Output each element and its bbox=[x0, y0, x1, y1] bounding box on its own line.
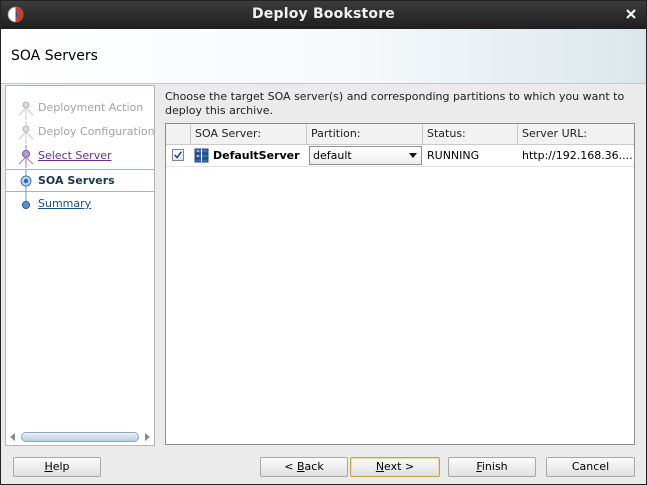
status-cell: RUNNING bbox=[427, 149, 480, 162]
train-node-icon bbox=[18, 101, 34, 120]
select-cell bbox=[166, 145, 191, 166]
server-name: DefaultServer bbox=[213, 149, 300, 162]
scroll-right-icon[interactable] bbox=[145, 433, 150, 441]
soa-server-cell: DefaultServer bbox=[191, 145, 307, 166]
checkmark-icon bbox=[174, 151, 182, 159]
sidebar-horizontal-scrollbar[interactable] bbox=[8, 432, 152, 443]
column-header-server-url[interactable]: Server URL: bbox=[518, 124, 634, 144]
train-node-icon bbox=[18, 121, 34, 144]
train-step-label: SOA Servers bbox=[38, 174, 115, 187]
train-step-summary[interactable]: Summary bbox=[6, 193, 154, 216]
table-row[interactable]: DefaultServer default RUNNING http://192… bbox=[166, 145, 634, 167]
train-node-icon bbox=[21, 193, 31, 210]
chevron-down-icon bbox=[409, 153, 417, 158]
train-step-soa-servers: SOA Servers bbox=[6, 169, 154, 193]
partition-select[interactable]: default bbox=[309, 146, 422, 165]
finish-label-rest: inish bbox=[481, 460, 508, 473]
train-node-current-icon bbox=[20, 170, 32, 193]
table-header: SOA Server: Partition: Status: Server UR… bbox=[166, 124, 634, 145]
train-step-label[interactable]: Summary bbox=[38, 197, 91, 210]
partition-cell: default bbox=[307, 145, 423, 166]
title-bar[interactable]: Deploy Bookstore bbox=[1, 1, 646, 29]
back-label-prefix: < bbox=[284, 460, 297, 473]
train-step-select-server[interactable]: Select Server bbox=[6, 145, 154, 168]
wizard-train: Deployment Action Deploy Configuration S… bbox=[5, 85, 155, 446]
next-label-rest: ext > bbox=[384, 460, 415, 473]
train-step-deployment-action: Deployment Action bbox=[6, 97, 154, 120]
train-step-label: Deploy Configuration bbox=[38, 125, 155, 138]
scroll-left-icon[interactable] bbox=[10, 433, 15, 441]
page-title: SOA Servers bbox=[11, 48, 98, 64]
back-mnemonic: B bbox=[297, 460, 305, 473]
soa-servers-table: SOA Server: Partition: Status: Server UR… bbox=[165, 123, 635, 445]
content-panel: Choose the target SOA server(s) and corr… bbox=[159, 85, 643, 446]
back-label-rest: ack bbox=[304, 460, 324, 473]
help-mnemonic: H bbox=[44, 460, 53, 473]
help-label-rest: elp bbox=[52, 460, 70, 473]
next-mnemonic: N bbox=[375, 460, 385, 473]
column-header-select bbox=[166, 124, 191, 144]
page-header: SOA Servers bbox=[1, 29, 646, 84]
cancel-button[interactable]: Cancel bbox=[546, 457, 635, 477]
partition-select-value: default bbox=[313, 149, 352, 162]
next-button[interactable]: Next > bbox=[350, 457, 440, 477]
train-node-visited-icon bbox=[18, 145, 34, 168]
finish-button[interactable]: Finish bbox=[448, 457, 536, 477]
help-button[interactable]: Help bbox=[13, 457, 101, 477]
deploy-dialog: Deploy Bookstore SOA Servers Deployment … bbox=[0, 0, 647, 485]
server-select-checkbox[interactable] bbox=[172, 149, 184, 161]
close-icon[interactable] bbox=[624, 7, 638, 21]
back-button[interactable]: < Back bbox=[260, 457, 348, 477]
server-url-cell: http://192.168.36.... bbox=[522, 149, 633, 162]
server-icon bbox=[194, 148, 209, 163]
train-step-label[interactable]: Select Server bbox=[38, 149, 112, 162]
train-step-label: Deployment Action bbox=[38, 101, 144, 114]
column-header-soa-server[interactable]: SOA Server: bbox=[191, 124, 307, 144]
window-title: Deploy Bookstore bbox=[251, 6, 395, 22]
instructions-text: Choose the target SOA server(s) and corr… bbox=[165, 90, 625, 117]
train-step-deploy-configuration: Deploy Configuration bbox=[6, 121, 154, 144]
column-header-partition[interactable]: Partition: bbox=[307, 124, 423, 144]
scrollbar-thumb[interactable] bbox=[21, 432, 139, 442]
column-header-status[interactable]: Status: bbox=[423, 124, 518, 144]
